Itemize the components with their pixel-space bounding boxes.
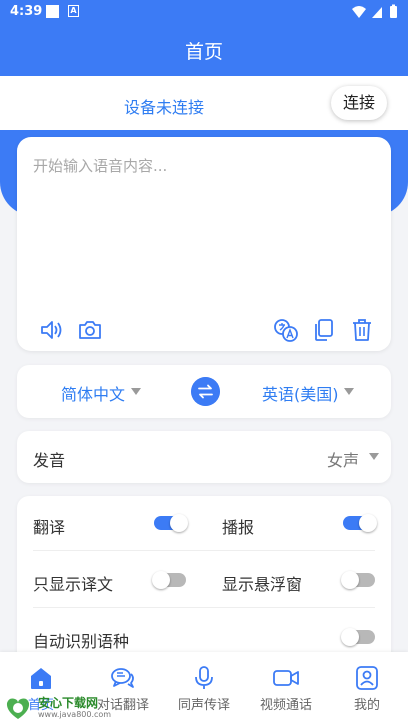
- voice-value[interactable]: 女声: [327, 447, 359, 471]
- page-title: 首页: [184, 41, 223, 63]
- tab-video-call[interactable]: 视频通话: [245, 652, 327, 725]
- status-bar: 4:39 A: [0, 0, 408, 24]
- setting-auto-detect-label: 自动识别语种: [33, 632, 130, 651]
- watermark: 安心下载网 www.java800.com: [2, 692, 112, 724]
- tab-profile[interactable]: 我的: [326, 652, 408, 725]
- source-dropdown-icon[interactable]: [131, 388, 141, 395]
- voice-label: 发音: [33, 451, 66, 470]
- app-bar: 首页: [0, 24, 408, 76]
- trash-icon[interactable]: [349, 317, 375, 343]
- setting-translate-label: 翻译: [33, 518, 66, 537]
- video-icon: [273, 670, 299, 686]
- voice-dropdown-icon[interactable]: [369, 453, 379, 460]
- watermark-logo-icon: [6, 698, 30, 719]
- tab-simultaneous-interpretation[interactable]: 同声传译: [163, 652, 245, 725]
- source-language[interactable]: 简体中文: [61, 381, 125, 405]
- signal-icon: [372, 7, 382, 18]
- speaker-icon[interactable]: [39, 317, 65, 343]
- connect-button[interactable]: 连接: [331, 86, 387, 120]
- tab-label: 同声传译: [177, 698, 230, 713]
- settings-card: 翻译 播报 只显示译文 显示悬浮窗 自动识别语种: [17, 496, 391, 666]
- setting-broadcast-label: 播报: [222, 518, 255, 537]
- toggle-floating-window[interactable]: [341, 571, 375, 589]
- notification-a-icon: A: [68, 5, 79, 17]
- mic-icon: [195, 666, 213, 689]
- copy-icon[interactable]: [311, 317, 337, 343]
- swap-icon[interactable]: [191, 377, 220, 406]
- target-dropdown-icon[interactable]: [344, 388, 354, 395]
- setting-only-translation-label: 只显示译文: [33, 575, 114, 594]
- speech-input-card[interactable]: 开始输入语音内容...: [17, 137, 391, 351]
- chat-icon: [111, 668, 134, 688]
- toggle-broadcast[interactable]: [343, 514, 377, 532]
- divider: [33, 550, 375, 551]
- home-icon: [31, 668, 51, 689]
- notification-square-icon: [46, 5, 59, 18]
- setting-floating-window-label: 显示悬浮窗: [222, 575, 303, 594]
- tab-label: 我的: [353, 698, 380, 713]
- battery-icon: [390, 6, 397, 18]
- watermark-title: 安心下载网: [38, 696, 99, 710]
- wifi-icon: [352, 6, 366, 18]
- divider: [33, 607, 375, 608]
- watermark-url: www.java800.com: [38, 710, 112, 719]
- status-time: 4:39: [10, 4, 43, 19]
- profile-icon: [356, 666, 378, 690]
- system-status-icons: [352, 4, 397, 18]
- device-status: 设备未连接: [123, 98, 204, 117]
- language-selector: 简体中文 英语(美国): [17, 365, 391, 418]
- toggle-auto-detect[interactable]: [341, 628, 375, 646]
- toggle-only-translation[interactable]: [152, 571, 186, 589]
- camera-icon[interactable]: [77, 317, 103, 343]
- tab-label: 视频通话: [259, 698, 312, 713]
- target-language[interactable]: 英语(美国): [262, 381, 339, 405]
- speech-input-placeholder: 开始输入语音内容...: [33, 157, 168, 175]
- toggle-translate[interactable]: [154, 514, 188, 532]
- language-detect-icon[interactable]: [273, 317, 299, 343]
- voice-row[interactable]: 发音 女声: [17, 431, 391, 483]
